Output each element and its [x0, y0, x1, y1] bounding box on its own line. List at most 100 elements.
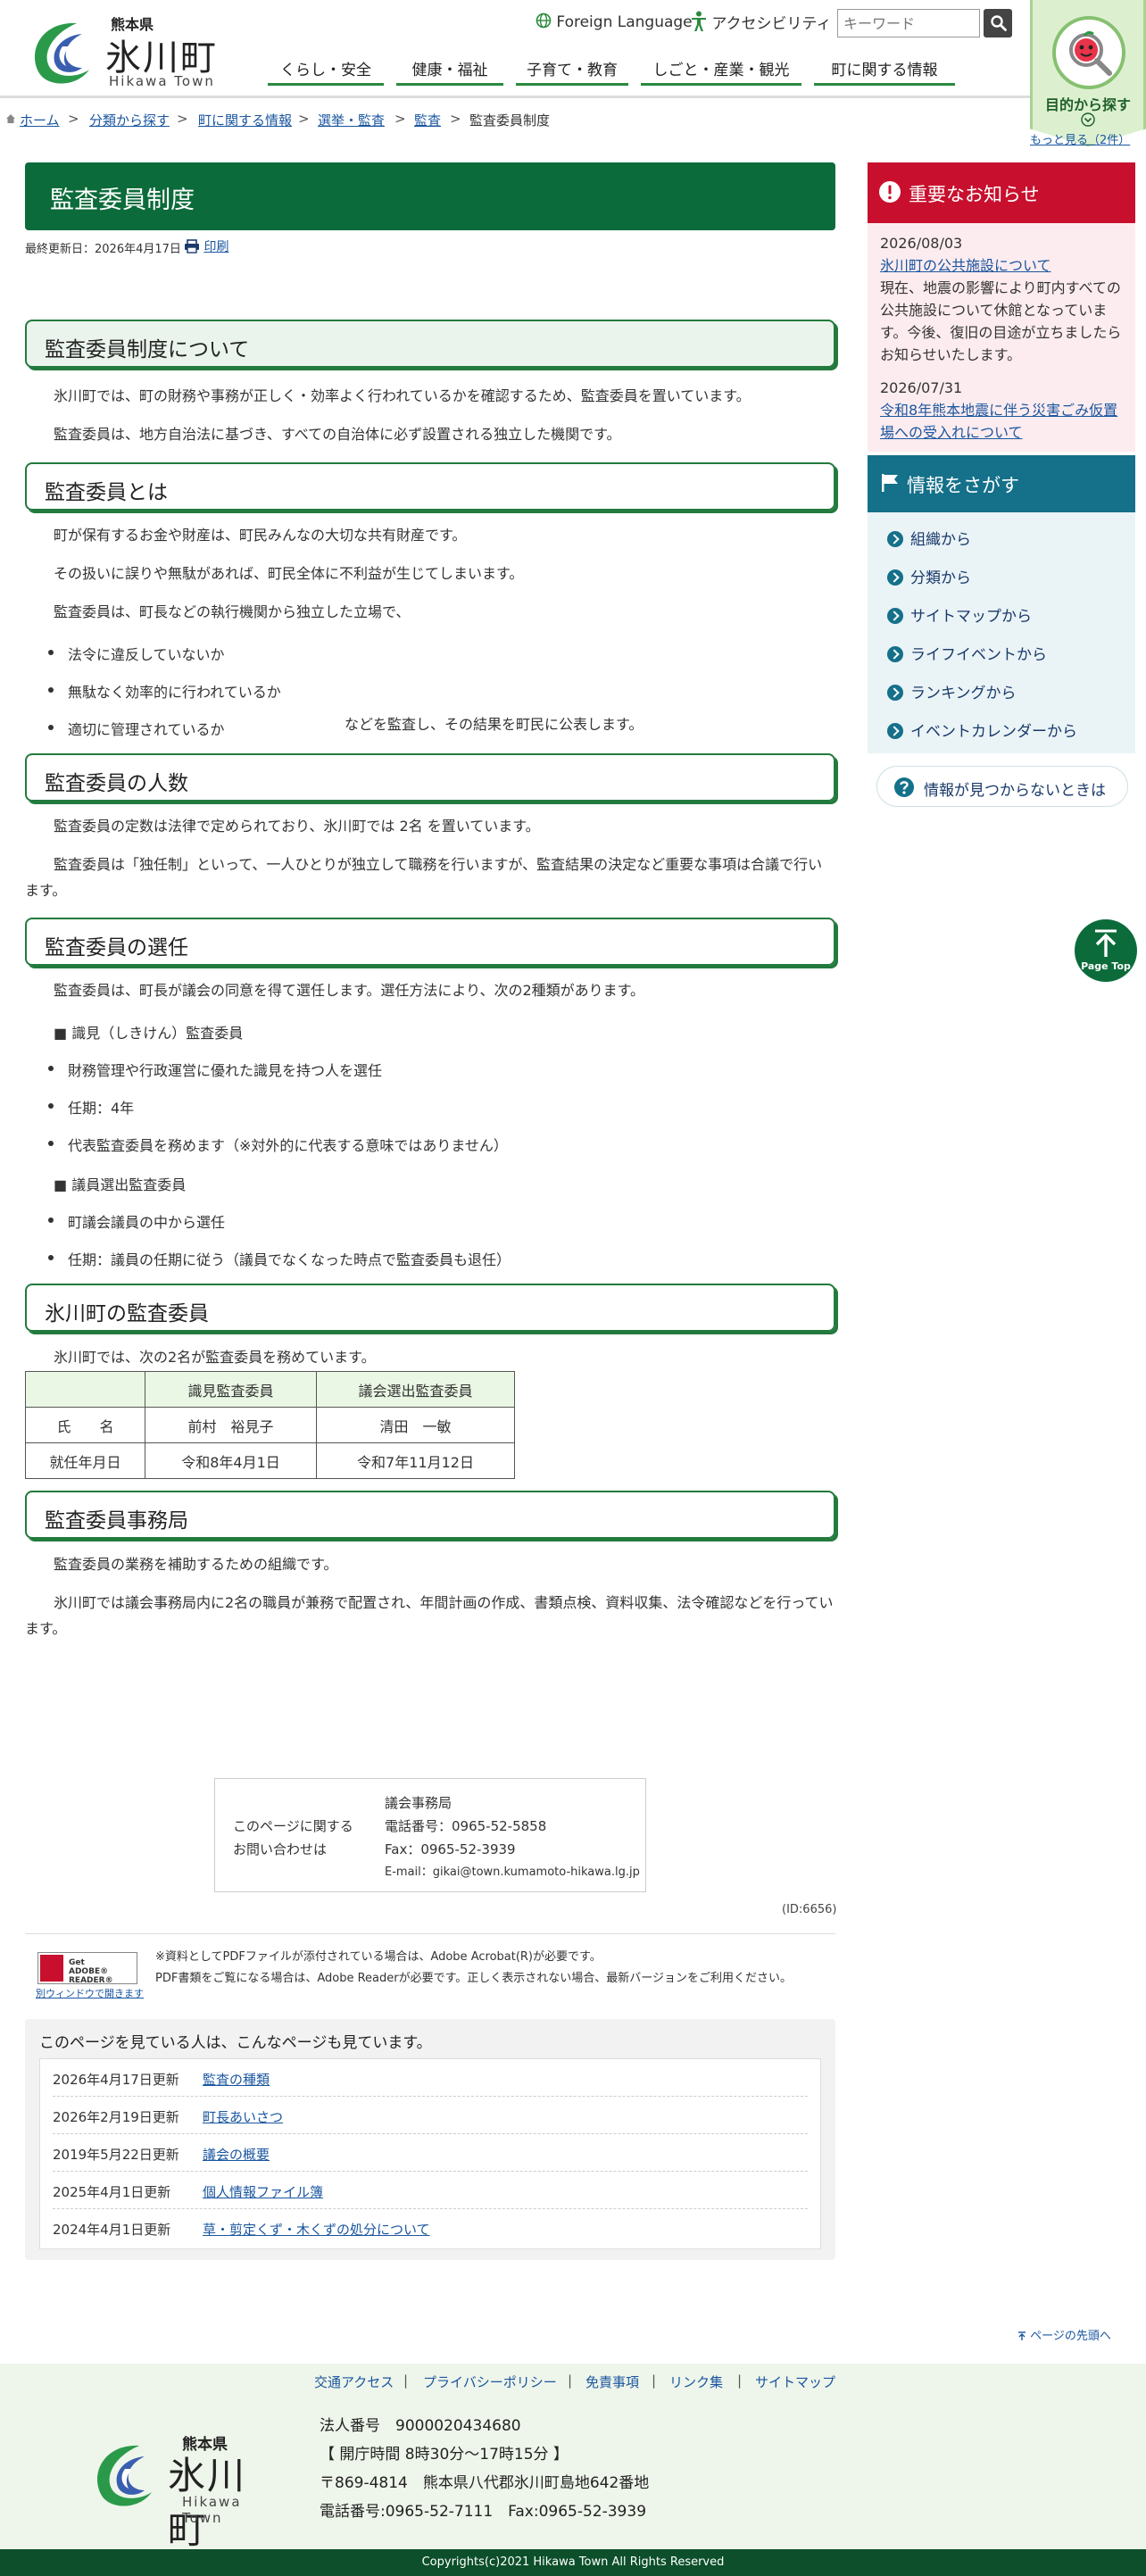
table-row: 氏 名 前村 裕見子 清田 一敏 [25, 1407, 515, 1443]
breadcrumb-home[interactable]: ホーム [20, 111, 60, 129]
section-heading-text: 氷川町の監査委員 [45, 1302, 209, 1325]
get-adobe-reader-button[interactable]: Get ADOBE® READER® [37, 1952, 137, 1985]
exclamation-icon [878, 180, 901, 204]
foreign-language-link[interactable]: Foreign Language [536, 12, 693, 31]
table-cell: 前村 裕見子 [145, 1407, 317, 1443]
accessibility-link[interactable]: アクセシビリティ [691, 11, 832, 33]
find-item-label: サイトマップから [910, 608, 1032, 626]
section-heading-members: 氷川町の監査委員 [25, 1284, 835, 1332]
adobe-reader-icon [40, 1955, 63, 1982]
table-header-cell: 議会選出監査委員 [316, 1371, 515, 1408]
contact-label-line: お問い合わせは [233, 1841, 328, 1857]
find-header: 情報をさがす [868, 455, 1135, 512]
copyright: Copyrights(c)2021 Hikawa Town All Rights… [0, 2549, 1146, 2576]
chevron-right-icon [887, 646, 903, 662]
find-by-purpose-button[interactable]: 目的から探す [1030, 0, 1146, 146]
breadcrumb-category[interactable]: 分類から探す [89, 111, 170, 129]
nav-item-business[interactable]: しごと・産業・観光 [641, 59, 801, 86]
phone: 電話番号:0965-52-7111 Fax:0965-52-3939 [320, 2503, 647, 2521]
search-button[interactable] [984, 9, 1012, 37]
notice-date: 2026/07/31 [880, 379, 963, 396]
table-cell: 清田 一敏 [316, 1407, 515, 1443]
related-pages: このページを見ている人は、こんなページも見ています。 2026年4月17日更新 監… [25, 2019, 835, 2260]
related-link[interactable]: 監査の種類 [203, 2070, 270, 2089]
section-heading-text: 監査委員事務局 [45, 1509, 188, 1533]
paragraph: 監査委員の定数は法律で定められており、氷川町では 2名 を置いています。 [54, 818, 540, 835]
breadcrumb-separator: > [394, 111, 406, 127]
find-item-ranking[interactable]: ランキングから [887, 680, 1017, 702]
town-emblem-icon [35, 22, 89, 84]
members-table: 識見監査委員 議会選出監査委員 氏 名 前村 裕見子 清田 一敏 就任年月日 令… [25, 1371, 515, 1479]
to-top-link[interactable]: ページの先頭へ [1017, 2326, 1111, 2343]
list-item: 任期：議員の任期に従う（議員でなくなった時点で監査委員も退任） [47, 1248, 511, 1269]
print-link[interactable]: 印刷 [184, 237, 228, 255]
footer-link-privacy[interactable]: プライバシーポリシー [423, 2372, 557, 2391]
list-item: 適切に管理されているか [48, 718, 225, 739]
contact-dept: 議会事務局 [385, 1795, 453, 1811]
find-item-category[interactable]: 分類から [887, 565, 971, 587]
breadcrumb-current: 監査委員制度 [469, 112, 551, 129]
nav-item-town-info[interactable]: 町に関する情報 [814, 59, 955, 86]
paragraph: 氷川町では、次の2名が監査委員を務めています。 [54, 1349, 376, 1366]
question-circle-icon [893, 777, 915, 798]
adobe-note-line: PDF書類をご覧になる場合は、Adobe Readerが必要です。正しく表示され… [155, 1972, 793, 1985]
find-item-organization[interactable]: 組織から [887, 527, 971, 549]
footer-link-disclaimer[interactable]: 免責事項 [585, 2372, 639, 2391]
related-link[interactable]: 町長あいさつ [203, 2107, 283, 2126]
nav-item-living[interactable]: くらし・安全 [268, 59, 384, 86]
footer-link-sitemap[interactable]: サイトマップ [755, 2372, 835, 2391]
related-link[interactable]: 個人情報ファイル簿 [203, 2182, 323, 2201]
nav-item-health[interactable]: 健康・福祉 [396, 59, 503, 86]
footer-logo-english: Hikawa Town [182, 2494, 242, 2526]
paragraph: 監査委員の業務を補助するための組織です。 [54, 1556, 338, 1573]
notice-link[interactable]: 氷川町の公共施設について [880, 254, 1130, 277]
notice-more-link[interactable]: もっと見る（2件） [1030, 130, 1130, 147]
find-item-event-calendar[interactable]: イベントカレンダーから [887, 719, 1077, 741]
to-top-label: ページの先頭へ [1030, 2330, 1111, 2343]
purpose-mascot-icon [1052, 16, 1125, 89]
related-list: 2026年4月17日更新 監査の種類 2026年2月19日更新 町長あいさつ 201… [39, 2058, 821, 2249]
paragraph: 氷川町では議会事務局内に2名の職員が兼務で配置され、年間計画の作成、書類点検、資… [54, 1594, 834, 1611]
breadcrumb-separator: > [298, 111, 310, 127]
search-input[interactable] [837, 9, 980, 37]
corporate-number: 法人番号 9000020434680 [320, 2417, 521, 2435]
contact-details: 議会事務局 電話番号：0965-52-5858 Fax：0965-52-3939… [385, 1791, 640, 1884]
find-item-life-event[interactable]: ライフイベントから [887, 642, 1047, 664]
breadcrumb-audit[interactable]: 監査 [414, 111, 441, 129]
find-item-label: ライフイベントから [910, 646, 1047, 664]
contact-email[interactable]: E-mail：gikai@town.kumamoto-hikawa.lg.jp [385, 1861, 640, 1884]
section-heading-text: 監査委員の人数 [45, 772, 188, 795]
find-item-sitemap[interactable]: サイトマップから [887, 603, 1032, 626]
footer-link-links[interactable]: リンク集 [669, 2372, 723, 2391]
related-link[interactable]: 議会の概要 [203, 2145, 270, 2164]
site-footer: 交通アクセス | プライバシーポリシー | 免責事項 | リンク集 | サイトマ… [0, 2364, 1146, 2552]
section-heading-secretariat: 監査委員事務局 [25, 1491, 835, 1539]
adobe-reader-notice: Get ADOBE® READER® 別ウィンドウで開きます ※資料としてPDFフ… [25, 1933, 835, 2005]
new-window-link[interactable]: 別ウィンドウで開きます [36, 1986, 144, 2000]
contact-label: このページに関する お問い合わせは [233, 1815, 353, 1861]
section-heading-about: 監査委員制度について [25, 320, 835, 368]
section-heading-what-is: 監査委員とは [25, 462, 835, 511]
site-logo[interactable]: 熊本県 氷川町 Hikawa Town [23, 12, 220, 91]
notice-link[interactable]: 令和8年熊本地震に伴う災害ごみ仮置場への受入れについて [880, 399, 1130, 444]
adobe-badge-line: Get [69, 1958, 85, 1967]
find-item-label: ランキングから [910, 685, 1017, 702]
related-link[interactable]: 草・剪定くず・木くずの処分について [203, 2220, 430, 2239]
related-date: 2024年4月1日更新 [53, 2222, 171, 2238]
breadcrumb-town-info[interactable]: 町に関する情報 [198, 111, 292, 129]
page-title-bar: 監査委員制度 [25, 162, 835, 230]
nav-item-childcare[interactable]: 子育て・教育 [516, 59, 628, 86]
notice-body: 現在、地震の影響により町内すべての公共施設について休館となっています。今後、復旧… [880, 279, 1122, 363]
flag-icon [880, 473, 900, 493]
chevron-right-icon [887, 608, 903, 624]
paragraph: その扱いに誤りや無駄があれば、町民全体に不利益が生じてしまいます。 [54, 565, 524, 582]
address: 〒869-4814 熊本県八代郡氷川町島地642番地 [320, 2474, 650, 2492]
notice-header: 重要なお知らせ [868, 162, 1135, 223]
footer-link-access[interactable]: 交通アクセス [314, 2372, 394, 2391]
breadcrumb-election-audit[interactable]: 選挙・監査 [318, 111, 385, 129]
paragraph: 氷川町では、町の財務や事務が正しく・効率よく行われているかを確認するため、監査委… [54, 387, 751, 404]
breadcrumb-separator: > [450, 111, 461, 127]
page-top-button[interactable]: Page Top [1075, 919, 1137, 982]
paragraph: ます。 [25, 882, 67, 899]
not-found-button[interactable]: 情報が見つからないときは [876, 766, 1128, 807]
